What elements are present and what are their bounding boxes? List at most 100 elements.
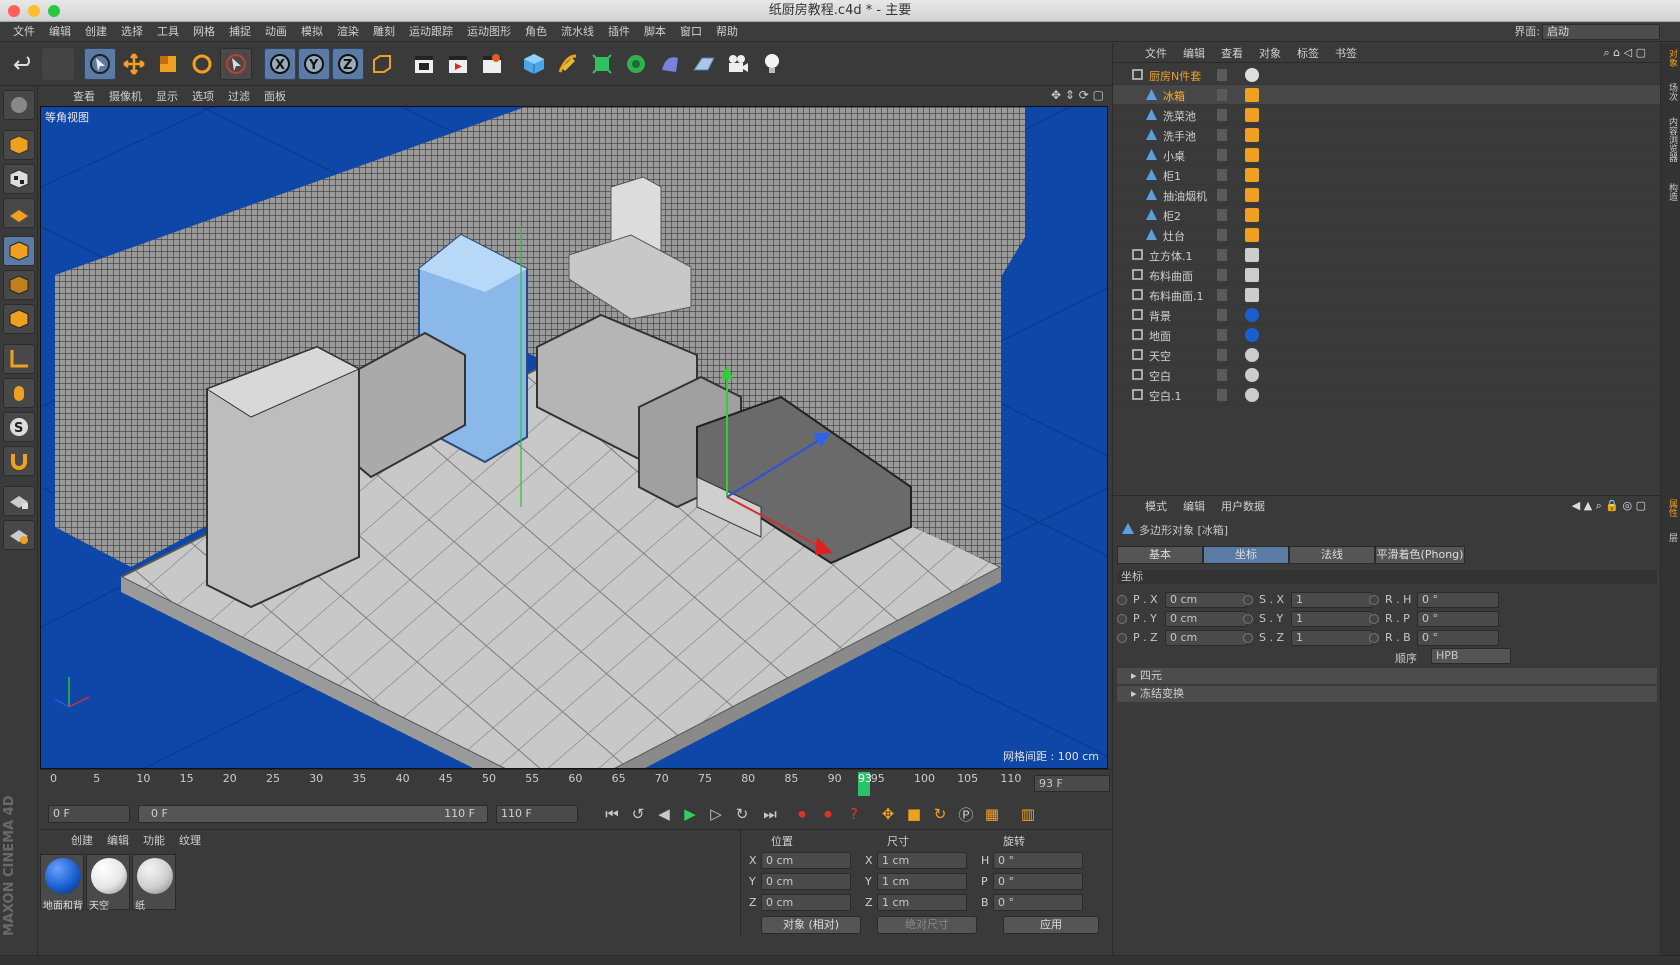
visibility-toggle[interactable] [1217, 169, 1227, 181]
material-tag-icon[interactable] [1245, 228, 1259, 242]
preview-range-slider[interactable]: 0 F 110 F [138, 805, 488, 823]
material-tag-icon[interactable] [1245, 168, 1259, 182]
prev-key-button[interactable]: ↺ [626, 803, 650, 825]
object-row[interactable]: 洗菜池 [1113, 105, 1661, 125]
rotate-tool-button[interactable] [186, 48, 218, 80]
viewport-menu-panel[interactable]: 面板 [257, 88, 293, 104]
coord-mode-select[interactable]: 对象 (相对) [761, 916, 861, 934]
material-tag-icon[interactable] [1245, 188, 1259, 202]
menu-plugins[interactable]: 插件 [601, 22, 637, 42]
texture-mode-button[interactable] [3, 164, 35, 194]
obj-menu-view[interactable]: 查看 [1213, 45, 1251, 61]
material-tag-icon[interactable] [1245, 68, 1259, 82]
add-subdivision-button[interactable] [586, 48, 618, 80]
autokey-button[interactable]: ⏺ [816, 803, 840, 825]
snapping-button[interactable] [3, 446, 35, 476]
viewport-menu-filter[interactable]: 过滤 [221, 88, 257, 104]
material-tag-icon[interactable] [1245, 268, 1259, 282]
tab-phong[interactable]: 平滑着色(Phong) [1375, 546, 1465, 564]
material-tag-icon[interactable] [1245, 308, 1259, 322]
goto-end-button[interactable]: ⏭ [758, 803, 782, 825]
object-row[interactable]: 抽油烟机 [1113, 185, 1661, 205]
attr-field-value[interactable]: 0 cm [1165, 630, 1247, 646]
add-spline-pen-button[interactable] [552, 48, 584, 80]
visibility-toggle[interactable] [1217, 129, 1227, 141]
menu-render[interactable]: 渲染 [330, 22, 366, 42]
minimize-window-button[interactable] [28, 5, 40, 17]
coord-pos-y[interactable]: 0 cm [761, 873, 851, 890]
coordinate-system-button[interactable] [366, 48, 398, 80]
menu-character[interactable]: 角色 [518, 22, 554, 42]
animate-radio[interactable] [1117, 595, 1127, 605]
solo-button[interactable]: S [3, 412, 35, 442]
key-rotation-button[interactable]: ↻ [928, 803, 952, 825]
animate-radio[interactable] [1369, 614, 1379, 624]
visibility-toggle[interactable] [1217, 229, 1227, 241]
size-mode-select[interactable]: 绝对尺寸 [877, 916, 977, 934]
object-row[interactable]: 洗手池 [1113, 125, 1661, 145]
make-editable-button[interactable] [3, 90, 35, 120]
section-quaternion[interactable]: ▸ 四元 [1117, 668, 1657, 684]
side-tab-structure[interactable]: 构造 [1663, 183, 1679, 201]
key-position-button[interactable]: ✥ [876, 803, 900, 825]
material-swatch-paper[interactable]: 纸 [132, 854, 176, 912]
y-axis-lock-button[interactable]: Y [298, 48, 330, 80]
menu-tools[interactable]: 工具 [150, 22, 186, 42]
scale-tool-button[interactable] [152, 48, 184, 80]
menu-help[interactable]: 帮助 [709, 22, 745, 42]
tab-normals[interactable]: 法线 [1289, 546, 1375, 564]
play-button[interactable]: ▶ [678, 803, 702, 825]
material-tag-icon[interactable] [1245, 348, 1259, 362]
object-row[interactable]: 地面 [1113, 325, 1661, 345]
menu-motion-tracking[interactable]: 运动跟踪 [402, 22, 460, 42]
material-menu-function[interactable]: 功能 [136, 832, 172, 848]
object-manager-search-icon[interactable]: ⌕ ⌂ ◁ ▢ [1596, 46, 1655, 60]
coord-size-x[interactable]: 1 cm [877, 852, 967, 869]
visibility-toggle[interactable] [1217, 289, 1227, 301]
material-swatch-floor-bg[interactable]: 地面和背 [40, 854, 84, 912]
zoom-window-button[interactable] [48, 5, 60, 17]
viewport-menu-cameras[interactable]: 摄像机 [102, 88, 149, 104]
attr-field-value[interactable]: 0 cm [1165, 592, 1247, 608]
timeline-ruler[interactable]: 0 5 10 15 20 25 30 35 40 45 50 55 60 65 70 75 80 85 90 95 10… [40, 769, 1112, 799]
obj-menu-file[interactable]: 文件 [1137, 45, 1175, 61]
apply-button[interactable]: 应用 [1003, 916, 1099, 934]
key-scale-button[interactable]: ■ [902, 803, 926, 825]
3d-viewport[interactable]: 等角视图 网格间距 : 100 cm [40, 106, 1108, 769]
render-settings-button[interactable] [476, 48, 508, 80]
material-tag-icon[interactable] [1245, 88, 1259, 102]
keyframe-selection-button[interactable]: ? [842, 803, 866, 825]
side-tab-content-browser[interactable]: 内容浏览器 [1663, 117, 1679, 162]
menu-mesh[interactable]: 网格 [186, 22, 222, 42]
visibility-toggle[interactable] [1217, 189, 1227, 201]
visibility-toggle[interactable] [1217, 249, 1227, 261]
visibility-toggle[interactable] [1217, 149, 1227, 161]
menu-pipeline[interactable]: 流水线 [554, 22, 601, 42]
end-frame-field[interactable]: 110 F [496, 805, 578, 823]
add-floor-button[interactable] [688, 48, 720, 80]
material-tag-icon[interactable] [1245, 288, 1259, 302]
side-tab-attributes[interactable]: 属性 [1663, 499, 1679, 517]
redo-button[interactable] [42, 48, 74, 80]
animate-radio[interactable] [1117, 614, 1127, 624]
side-tab-takes[interactable]: 场次 [1663, 83, 1679, 101]
material-tag-icon[interactable] [1245, 248, 1259, 262]
animate-radio[interactable] [1369, 595, 1379, 605]
attr-field-value[interactable]: 1 [1291, 592, 1373, 608]
timeline-window-button[interactable]: ▥ [1016, 803, 1040, 825]
object-row[interactable]: 天空 [1113, 345, 1661, 365]
visibility-toggle[interactable] [1217, 89, 1227, 101]
obj-menu-objects[interactable]: 对象 [1251, 45, 1289, 61]
object-row[interactable]: 空白.1 [1113, 385, 1661, 405]
x-axis-lock-button[interactable]: X [264, 48, 296, 80]
attr-field-value[interactable]: 0 ° [1417, 630, 1499, 646]
visibility-toggle[interactable] [1217, 329, 1227, 341]
object-row[interactable]: 立方体.1 [1113, 245, 1661, 265]
material-menu-create[interactable]: 创建 [64, 832, 100, 848]
menu-script[interactable]: 脚本 [637, 22, 673, 42]
render-to-picture-viewer-button[interactable] [442, 48, 474, 80]
object-row[interactable]: 布料曲面 [1113, 265, 1661, 285]
layout-select[interactable]: 启动 [1542, 24, 1660, 40]
material-tag-icon[interactable] [1245, 128, 1259, 142]
material-swatch-sky[interactable]: 天空 [86, 854, 130, 912]
